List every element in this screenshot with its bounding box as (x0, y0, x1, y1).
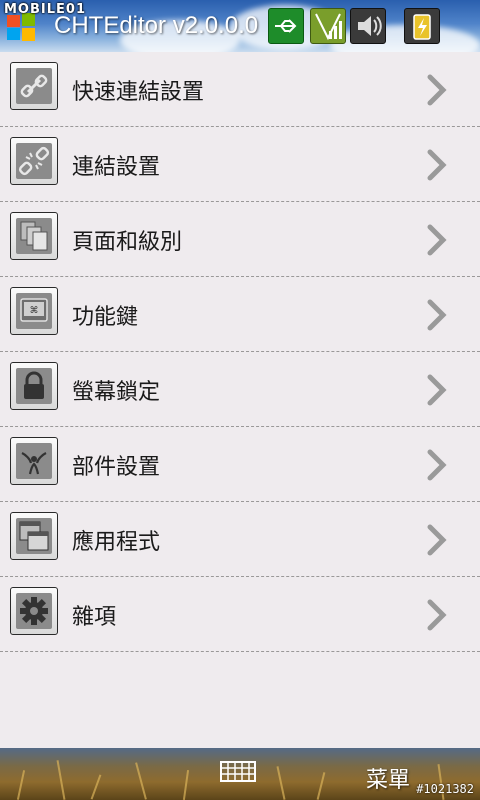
apps-icon (10, 512, 58, 560)
gear-icon (10, 587, 58, 635)
widget-icon (10, 437, 58, 485)
menu-item-miscellaneous[interactable]: 雜項 (0, 577, 480, 652)
chevron-right-icon (427, 524, 447, 556)
battery-charging-icon[interactable] (404, 8, 440, 44)
chevron-right-icon (427, 374, 447, 406)
chevron-right-icon (427, 449, 447, 481)
menu-item-label: 部件設置 (72, 455, 161, 480)
menu-item-label: 連結設置 (72, 155, 161, 180)
menu-item-function-keys[interactable]: ⌘ 功能鍵 (0, 277, 480, 352)
menu-item-link-settings[interactable]: 連結設置 (0, 127, 480, 202)
link-icon (10, 62, 58, 110)
menu-item-pages-and-levels[interactable]: 頁面和級別 (0, 202, 480, 277)
broken-link-icon (10, 137, 58, 185)
chevron-right-icon (427, 149, 447, 181)
menu-item-widget-settings[interactable]: 部件設置 (0, 427, 480, 502)
chevron-right-icon (427, 299, 447, 331)
chevron-right-icon (427, 224, 447, 256)
chevron-right-icon (427, 74, 447, 106)
lock-icon (10, 362, 58, 410)
svg-text:⌘: ⌘ (30, 306, 39, 316)
function-key-icon: ⌘ (10, 287, 58, 335)
bottom-bar: 菜單 #1021382 (0, 748, 480, 800)
menu-item-label: 應用程式 (72, 530, 161, 555)
menu-item-quick-link-settings[interactable]: 快速連結設置 (0, 52, 480, 127)
menu-item-label: 功能鍵 (72, 305, 139, 330)
settings-menu-list: 快速連結設置 連結設置 頁面和級別 ⌘ 功能鍵 螢幕鎖定 部件設置 應用程式 雜… (0, 52, 480, 652)
volume-icon[interactable] (350, 8, 386, 44)
app-title: CHTEditor v2.0.0.0 (54, 12, 259, 39)
menu-softkey[interactable]: 菜單 (366, 762, 410, 794)
menu-item-label: 快速連結設置 (72, 80, 205, 105)
pages-icon (10, 212, 58, 260)
status-bar: MOBILE01 CHTEditor v2.0.0.0 (0, 0, 480, 52)
image-tag: #1021382 (416, 782, 474, 796)
menu-item-label: 螢幕鎖定 (72, 380, 161, 405)
signal-icon[interactable] (310, 8, 346, 44)
menu-item-label: 雜項 (72, 605, 117, 630)
keyboard-icon[interactable] (220, 760, 256, 784)
menu-item-label: 頁面和級別 (72, 230, 183, 255)
usb-icon[interactable] (268, 8, 304, 44)
menu-item-screen-lock[interactable]: 螢幕鎖定 (0, 352, 480, 427)
menu-item-applications[interactable]: 應用程式 (0, 502, 480, 577)
chevron-right-icon (427, 599, 447, 631)
